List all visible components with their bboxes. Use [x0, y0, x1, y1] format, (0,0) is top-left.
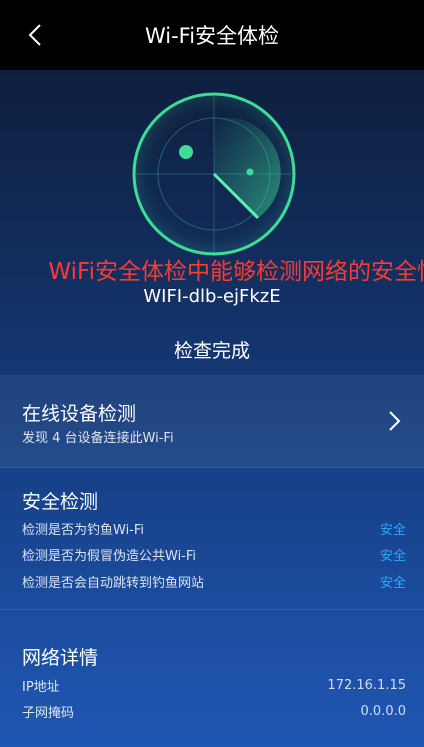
network-details-title: 网络详情: [22, 647, 99, 669]
network-detail-row: IP地址 172.16.1.15: [22, 675, 406, 695]
online-devices-subtitle: 发现 4 台设备连接此Wi-Fi: [22, 431, 174, 446]
security-row-result: 安全: [379, 522, 406, 538]
network-detail-label: IP地址: [22, 679, 60, 695]
wifi-ssid: WIFI-dlb-ejFkzE: [143, 286, 281, 307]
security-row-result: 安全: [379, 548, 406, 564]
network-detail-value: 172.16.1.15: [327, 677, 406, 693]
security-row: 检测是否会自动跳转到钓鱼网站 安全: [22, 571, 406, 591]
radar-icon: [132, 92, 296, 256]
network-details-section: 网络详情 IP地址 172.16.1.15 子网掩码 0.0.0.0: [0, 609, 424, 747]
network-detail-label: 子网掩码: [22, 705, 75, 721]
security-row-result: 安全: [379, 575, 406, 591]
security-check-title: 安全检测: [22, 491, 99, 513]
back-button[interactable]: [18, 18, 52, 52]
promo-banner-text: WiFi安全体检中能够检测网络的安全性: [48, 259, 424, 285]
chevron-right-icon: [389, 411, 401, 431]
security-row: 检测是否为假冒伪造公共Wi-Fi 安全: [22, 544, 406, 564]
security-row-label: 检测是否为假冒伪造公共Wi-Fi: [22, 548, 197, 564]
security-row: 检测是否为钓鱼Wi-Fi 安全: [22, 518, 406, 538]
page-title: Wi-Fi安全体检: [144, 24, 280, 48]
security-check-section: 安全检测 检测是否为钓鱼Wi-Fi 安全 检测是否为假冒伪造公共Wi-Fi 安全…: [0, 467, 424, 610]
chevron-left-icon: [28, 24, 41, 46]
online-devices-title: 在线设备检测: [22, 403, 137, 425]
online-devices-item[interactable]: 在线设备检测 发现 4 台设备连接此Wi-Fi: [0, 375, 424, 468]
scan-status: 检查完成: [173, 340, 250, 362]
radar-scanner: [130, 90, 298, 258]
security-row-label: 检测是否会自动跳转到钓鱼网站: [22, 575, 205, 591]
network-detail-row: 子网掩码 0.0.0.0: [22, 701, 406, 721]
top-bar: Wi-Fi安全体检: [0, 0, 424, 70]
network-detail-value: 0.0.0.0: [360, 703, 406, 719]
security-row-label: 检测是否为钓鱼Wi-Fi: [22, 522, 145, 538]
